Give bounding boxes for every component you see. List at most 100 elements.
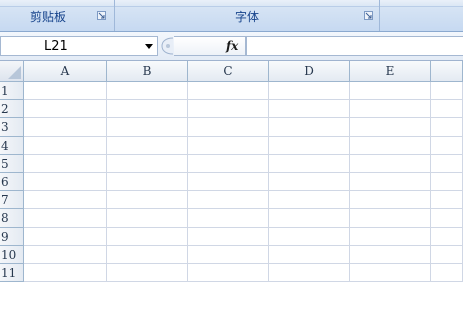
row-header[interactable]: 3 [0,118,24,137]
cell[interactable] [188,155,269,173]
cell[interactable] [350,246,431,264]
cell[interactable] [107,228,188,246]
cell[interactable] [350,137,431,155]
insert-function-icon[interactable]: fx [226,38,238,54]
column-header[interactable] [431,61,463,82]
cell[interactable] [350,209,431,228]
cell[interactable] [269,155,350,173]
cell[interactable] [107,191,188,209]
cell[interactable] [107,100,188,118]
cell[interactable] [188,137,269,155]
cell[interactable] [269,100,350,118]
cell[interactable] [350,82,431,100]
cell[interactable] [188,264,269,282]
cell[interactable] [24,191,107,209]
cell[interactable] [269,137,350,155]
cell[interactable] [107,82,188,100]
row-header[interactable]: 1 [0,82,24,100]
cell[interactable] [269,264,350,282]
cell[interactable] [431,246,463,264]
cell[interactable] [350,118,431,137]
cell[interactable] [269,118,350,137]
dropdown-arrow-icon[interactable] [145,44,153,49]
cell[interactable] [350,100,431,118]
cell[interactable] [24,228,107,246]
column-header[interactable]: C [188,61,269,82]
cell[interactable] [107,246,188,264]
cell[interactable] [269,209,350,228]
column-header[interactable]: A [24,61,107,82]
cell[interactable] [24,155,107,173]
cell[interactable] [431,209,463,228]
cell[interactable] [24,118,107,137]
name-box-value: L21 [44,39,68,54]
cell[interactable] [24,100,107,118]
cell[interactable] [350,173,431,191]
cell[interactable] [431,155,463,173]
ribbon-group-font: 字体 [115,0,380,31]
cell[interactable] [24,246,107,264]
row-header[interactable]: 10 [0,246,24,264]
cell[interactable] [269,173,350,191]
formula-bar-resize-handle-icon[interactable] [161,37,175,55]
ribbon-group-bar: 剪贴板 字体 [0,0,463,32]
cell[interactable] [188,209,269,228]
row-header[interactable]: 9 [0,228,24,246]
name-box[interactable]: L21 [0,36,158,56]
dialog-launcher-icon[interactable] [97,11,106,20]
ribbon-group-alignment [380,0,463,31]
cell[interactable] [24,82,107,100]
cell[interactable] [107,264,188,282]
row-header[interactable]: 8 [0,209,24,228]
column-header[interactable]: D [269,61,350,82]
cell[interactable] [269,246,350,264]
row-header[interactable]: 5 [0,155,24,173]
row-header[interactable]: 11 [0,264,24,282]
cell[interactable] [24,264,107,282]
cell[interactable] [431,173,463,191]
column-header[interactable]: B [107,61,188,82]
cell[interactable] [431,228,463,246]
cell[interactable] [107,137,188,155]
cell[interactable] [269,82,350,100]
ribbon-group-label-font: 字体 [234,10,259,24]
cell[interactable] [350,155,431,173]
cell[interactable] [188,246,269,264]
dialog-launcher-icon[interactable] [364,11,373,20]
cell[interactable] [350,191,431,209]
column-header[interactable]: E [350,61,431,82]
cell[interactable] [107,173,188,191]
cell[interactable] [269,228,350,246]
cell[interactable] [107,155,188,173]
cell[interactable] [431,100,463,118]
row-header[interactable]: 4 [0,137,24,155]
ribbon-group-clipboard: 剪贴板 [0,0,115,31]
cell[interactable] [188,118,269,137]
cell[interactable] [188,228,269,246]
cell[interactable] [24,209,107,228]
cell[interactable] [107,118,188,137]
cell[interactable] [431,137,463,155]
worksheet-grid: ABCDE 1 2 3 4 5 6 7 8 9 10 11 [0,61,463,314]
cell[interactable] [188,100,269,118]
cell[interactable] [188,82,269,100]
select-all-button[interactable] [0,61,24,82]
cell[interactable] [350,228,431,246]
cell[interactable] [107,209,188,228]
cell[interactable] [269,191,350,209]
cell[interactable] [431,191,463,209]
cell[interactable] [350,264,431,282]
select-all-icon [8,66,21,79]
formula-input[interactable] [246,36,463,56]
formula-tools: fx [174,36,246,56]
row-header[interactable]: 6 [0,173,24,191]
cell[interactable] [431,264,463,282]
cell[interactable] [24,137,107,155]
cell[interactable] [431,118,463,137]
cell[interactable] [188,191,269,209]
cell[interactable] [188,173,269,191]
cell[interactable] [431,82,463,100]
row-header[interactable]: 2 [0,100,24,118]
cell[interactable] [24,173,107,191]
row-header[interactable]: 7 [0,191,24,209]
